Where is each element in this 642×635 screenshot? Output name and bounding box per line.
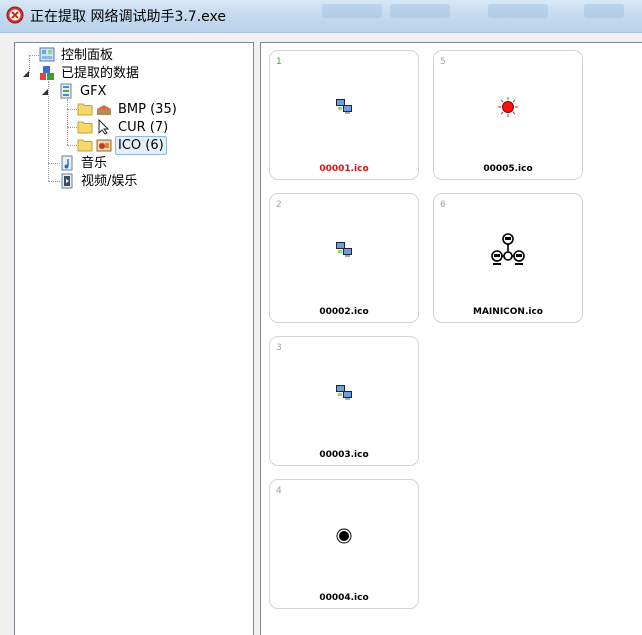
window-title: 正在提取 网络调试助手3.7.exe: [30, 9, 226, 25]
red-dot-icon: [498, 97, 518, 121]
card-filename: 00005.ico: [483, 164, 533, 174]
tree-item-label: 控制面板: [61, 47, 114, 63]
tree-item-cur[interactable]: CUR (7): [77, 118, 171, 136]
tree-item-label: 视频/娱乐: [81, 173, 138, 189]
thumbnail-card[interactable]: 1 00001.ico: [269, 50, 419, 180]
tree-item-video[interactable]: 视频/娱乐: [59, 172, 140, 190]
tree-item-ico[interactable]: ICO (6): [77, 135, 167, 155]
card-filename: MAINICON.ico: [473, 307, 543, 317]
card-filename: 00002.ico: [319, 307, 369, 317]
card-number: 2: [276, 200, 282, 210]
cursor-icon: [96, 118, 112, 135]
tree-item-label: BMP (35): [118, 101, 177, 117]
titlebar-ghost-1: [322, 4, 382, 18]
tree-item-label: 已提取的数据: [61, 65, 140, 81]
card-number: 3: [276, 343, 282, 353]
video-icon: [59, 173, 75, 189]
tree-item-label: GFX: [80, 83, 107, 99]
thumbnail-card[interactable]: 5 00005.ico: [433, 50, 583, 180]
folder-icon: [77, 101, 93, 117]
tree-item-label: ICO (6): [115, 135, 167, 155]
titlebar-ghost-3: [488, 4, 548, 18]
card-number: 5: [440, 57, 446, 67]
extracted-data-icon: [39, 65, 55, 81]
control-panel-icon: [39, 47, 55, 63]
music-icon: [59, 155, 75, 171]
thumbnail-card[interactable]: 2 00002.ico: [269, 193, 419, 323]
titlebar-ghost-4: [584, 4, 624, 18]
tree-item-extracted-data[interactable]: ◢ 已提取的数据: [23, 64, 142, 82]
thumbnail-card[interactable]: 3 00003.ico: [269, 336, 419, 466]
title-bar: 正在提取 网络调试助手3.7.exe: [0, 0, 642, 33]
tree-item-bmp[interactable]: BMP (35): [77, 100, 180, 118]
tree-item-label: 音乐: [81, 155, 108, 171]
titlebar-ghost-2: [390, 4, 450, 18]
thumbnail-card[interactable]: 4 00004.ico: [269, 479, 419, 609]
card-filename: 00001.ico: [319, 164, 369, 174]
card-number: 6: [440, 200, 446, 210]
bmp-type-icon: [96, 101, 112, 117]
network-nodes-icon: [490, 232, 526, 272]
ico-type-icon: [96, 137, 112, 153]
collapse-icon[interactable]: ◢: [40, 86, 50, 96]
network-computers-icon: [336, 99, 352, 119]
app-icon: [6, 6, 24, 24]
network-computers-icon: [336, 385, 352, 405]
thumbnail-grid[interactable]: 1 00001.ico 5 00005.ico 2 00002.ico 6 MA…: [260, 42, 642, 635]
tree-item-gfx[interactable]: ◢ GFX: [42, 82, 109, 100]
card-number: 1: [276, 57, 282, 67]
network-computers-icon: [336, 242, 352, 262]
tree-item-music[interactable]: 音乐: [59, 154, 110, 172]
card-filename: 00004.ico: [319, 593, 369, 603]
tree-item-control-panel[interactable]: 控制面板: [39, 46, 116, 64]
tree-view[interactable]: 控制面板 ◢ 已提取的数据 ◢ GFX BMP (35) CUR (7) ICO…: [14, 42, 254, 635]
tree-item-label: CUR (7): [118, 119, 169, 135]
collapse-icon[interactable]: ◢: [21, 68, 31, 78]
card-number: 4: [276, 486, 282, 496]
folder-icon: [77, 137, 93, 153]
card-filename: 00003.ico: [319, 450, 369, 460]
folder-icon: [77, 119, 93, 135]
black-dot-icon: [336, 528, 352, 548]
gfx-icon: [58, 83, 74, 99]
thumbnail-card[interactable]: 6 MAINICON.ico: [433, 193, 583, 323]
